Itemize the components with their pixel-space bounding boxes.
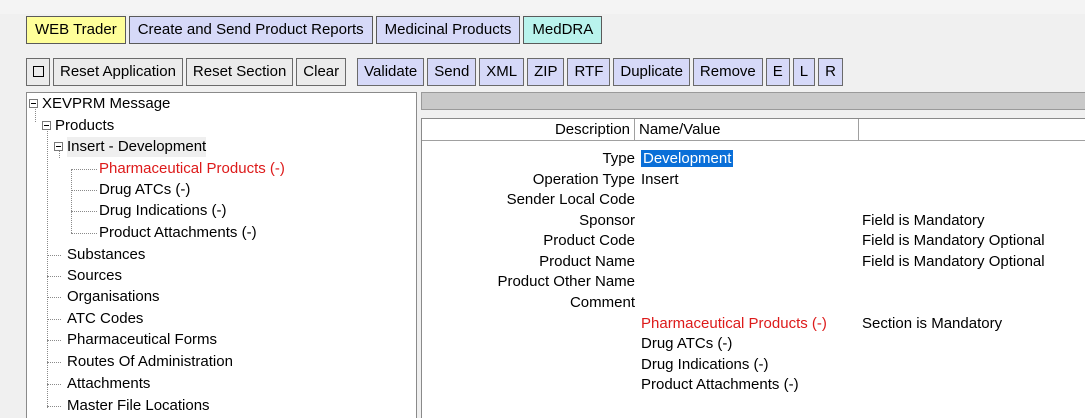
e-button[interactable]: E: [765, 58, 790, 86]
section-note: Section is Mandatory: [862, 315, 1003, 332]
row-label: Product Other Name: [497, 273, 635, 290]
row-label: Sender Local Code: [506, 191, 635, 208]
remove-button[interactable]: Remove: [692, 58, 763, 86]
row-note: Field is Mandatory: [862, 212, 985, 229]
row-note: Field is Mandatory Optional: [862, 232, 1045, 249]
checkbox-button[interactable]: [26, 58, 50, 86]
tree-item-substances[interactable]: Substances: [67, 245, 145, 265]
collapse-icon[interactable]: [29, 99, 38, 108]
clear-button[interactable]: Clear: [296, 58, 347, 86]
tree-item-pharmaceutical-forms[interactable]: Pharmaceutical Forms: [67, 330, 217, 350]
row-label: Comment: [569, 294, 635, 311]
tree-item-pharmaceutical-products[interactable]: Pharmaceutical Products (-): [99, 159, 285, 179]
toolbar: Reset Application Reset Section Clear Va…: [26, 58, 843, 86]
row-label: Product Code: [543, 232, 635, 249]
properties-grid: Description Name/Value Type Development …: [421, 118, 1085, 418]
r-button[interactable]: R: [818, 58, 843, 86]
column-header-name-value[interactable]: Name/Value: [635, 119, 859, 141]
validate-button[interactable]: Validate: [357, 58, 425, 86]
tree-item-attachments[interactable]: Attachments: [67, 374, 150, 394]
tree-root[interactable]: XEVPRM Message: [42, 94, 170, 114]
row-label: Sponsor: [579, 212, 635, 229]
tab-web-trader[interactable]: WEB Trader: [26, 16, 126, 44]
tree-item-master-file-locations[interactable]: Master File Locations: [67, 396, 210, 416]
type-value-selected[interactable]: Development: [641, 150, 734, 167]
row-label: Operation Type: [532, 171, 635, 188]
right-panel-header-bar: [421, 92, 1085, 110]
tree-item-routes-of-administration[interactable]: Routes Of Administration: [67, 352, 233, 372]
navigation-tree: XEVPRM Message Products Insert - Develop…: [26, 92, 417, 418]
column-header-extra: [859, 119, 1085, 141]
row-value[interactable]: Insert: [641, 169, 679, 190]
tree-item-product-attachments[interactable]: Product Attachments (-): [99, 223, 257, 243]
collapse-icon[interactable]: [54, 142, 63, 151]
tree-item-organisations[interactable]: Organisations: [67, 287, 160, 307]
duplicate-button[interactable]: Duplicate: [613, 58, 690, 86]
square-icon: [32, 66, 44, 77]
row-label: Type: [602, 150, 635, 167]
tree-item-drug-indications[interactable]: Drug Indications (-): [99, 201, 227, 221]
row-note: Field is Mandatory Optional: [862, 253, 1045, 270]
send-button[interactable]: Send: [427, 58, 477, 86]
tree-item-sources[interactable]: Sources: [67, 266, 122, 286]
zip-button[interactable]: ZIP: [527, 58, 565, 86]
tree-insert-development[interactable]: Insert - Development: [67, 137, 207, 157]
xml-button[interactable]: XML: [479, 58, 525, 86]
tree-item-atc-codes[interactable]: ATC Codes: [67, 309, 143, 329]
tree-products[interactable]: Products: [55, 116, 114, 136]
reset-section-button[interactable]: Reset Section: [185, 58, 294, 86]
l-button[interactable]: L: [792, 58, 816, 86]
row-label: Product Name: [539, 253, 635, 270]
title-strip: [0, 0, 1085, 14]
main-tabs: WEB Trader Create and Send Product Repor…: [26, 16, 603, 44]
reset-application-button[interactable]: Reset Application: [53, 58, 183, 86]
row-value[interactable]: Development: [641, 148, 734, 169]
tab-create-send-reports[interactable]: Create and Send Product Reports: [128, 16, 373, 44]
application-window: WEB Trader Create and Send Product Repor…: [0, 0, 1085, 418]
tab-medicinal-products[interactable]: Medicinal Products: [375, 16, 521, 44]
rtf-button[interactable]: RTF: [567, 58, 611, 86]
column-header-description[interactable]: Description: [422, 119, 635, 141]
section-link-pharmaceutical-products[interactable]: Pharmaceutical Products (-): [641, 313, 827, 334]
tab-meddra[interactable]: MedDRA: [523, 16, 603, 44]
section-link-product-attachments[interactable]: Product Attachments (-): [641, 374, 799, 395]
tree-item-drug-atcs[interactable]: Drug ATCs (-): [99, 180, 190, 200]
collapse-icon[interactable]: [42, 121, 51, 130]
section-link-drug-atcs[interactable]: Drug ATCs (-): [641, 333, 732, 354]
section-link-drug-indications[interactable]: Drug Indications (-): [641, 354, 769, 375]
